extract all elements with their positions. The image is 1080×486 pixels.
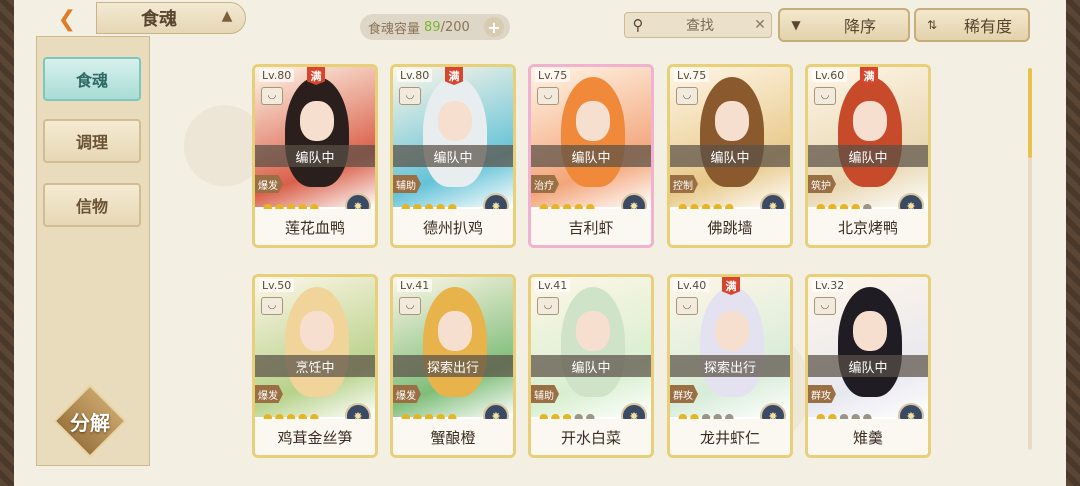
card-role: 辅助 xyxy=(393,175,421,193)
bowl-icon: ◡ xyxy=(676,87,698,105)
character-face xyxy=(853,101,887,141)
sort-down-icon: ▼ xyxy=(791,18,801,32)
card-status: 编队中 xyxy=(808,355,928,377)
card-name: 吉利虾 xyxy=(531,209,651,245)
card-name: 开水白菜 xyxy=(531,419,651,455)
card-level: Lv.32 xyxy=(812,279,848,292)
search-box[interactable]: ⚲ 查找 ✕ xyxy=(624,12,772,38)
bowl-icon: ◡ xyxy=(261,87,283,105)
bowl-icon: ◡ xyxy=(676,297,698,315)
card-role: 辅助 xyxy=(531,385,559,403)
card-level: Lv.75 xyxy=(535,69,571,82)
card-name: 莲花血鸭 xyxy=(255,209,375,245)
card-status: 编队中 xyxy=(255,145,375,167)
search-input[interactable]: 查找 xyxy=(651,15,749,35)
card-level: Lv.41 xyxy=(397,279,433,292)
left-frame-border xyxy=(0,0,14,486)
decompose-button[interactable]: 分解 xyxy=(53,384,127,458)
capacity-total: /200 xyxy=(440,19,470,35)
card-status: 探索出行 xyxy=(670,355,790,377)
max-level-badge: 满 xyxy=(307,67,325,85)
card-name: 鸡茸金丝笋 xyxy=(255,419,375,455)
sort-swap-icon: ⇅ xyxy=(926,18,938,32)
food-soul-card[interactable]: Lv.75 ◡ 编队中 治疗 ● ● ● ● ● ✸ 吉利虾 xyxy=(528,64,654,248)
bowl-icon: ◡ xyxy=(399,87,421,105)
tab-tokens[interactable]: 信物 xyxy=(43,183,141,227)
chef-hat-icon: ▲ xyxy=(221,8,233,24)
character-face xyxy=(715,311,749,351)
card-status: 烹饪中 xyxy=(255,355,375,377)
max-level-badge: 满 xyxy=(445,67,463,85)
card-level: Lv.80 xyxy=(259,69,295,82)
search-icon: ⚲ xyxy=(632,16,644,34)
bowl-icon: ◡ xyxy=(814,297,836,315)
back-arrow-icon: ❮ xyxy=(57,6,77,32)
card-name: 德州扒鸡 xyxy=(393,209,513,245)
scrollbar-thumb[interactable] xyxy=(1028,68,1032,158)
character-face xyxy=(715,101,749,141)
character-face xyxy=(576,311,610,351)
card-level: Lv.75 xyxy=(674,69,710,82)
bowl-icon: ◡ xyxy=(814,87,836,105)
bowl-icon: ◡ xyxy=(261,297,283,315)
card-name: 龙井虾仁 xyxy=(670,419,790,455)
card-name: 雉羹 xyxy=(808,419,928,455)
food-soul-card[interactable]: Lv.80 满 ◡ 编队中 爆发 ● ● ● ● ● ✸ 莲花血鸭 xyxy=(252,64,378,248)
bowl-icon: ◡ xyxy=(399,297,421,315)
right-frame-border xyxy=(1066,0,1080,486)
card-role: 爆发 xyxy=(393,385,421,403)
card-status: 编队中 xyxy=(531,145,651,167)
card-status: 编队中 xyxy=(393,145,513,167)
food-soul-card[interactable]: Lv.50 ◡ 烹饪中 爆发 ● ● ● ● ● ✸ 鸡茸金丝笋 xyxy=(252,274,378,458)
card-name: 佛跳墙 xyxy=(670,209,790,245)
character-face xyxy=(300,311,334,351)
character-face xyxy=(300,101,334,141)
card-role: 群攻 xyxy=(670,385,698,403)
food-soul-card[interactable]: Lv.32 ◡ 编队中 群攻 ● ● ● ● ● ✸ 雉羹 xyxy=(805,274,931,458)
card-status: 编队中 xyxy=(531,355,651,377)
capacity-current: 89 xyxy=(424,19,441,35)
card-level: Lv.80 xyxy=(397,69,433,82)
max-level-badge: 满 xyxy=(722,277,740,295)
food-soul-card[interactable]: Lv.41 ◡ 探索出行 爆发 ● ● ● ● ● ✸ 蟹酿橙 xyxy=(390,274,516,458)
food-soul-card[interactable]: Lv.60 满 ◡ 编队中 筑护 ● ● ● ● ● ✸ 北京烤鸭 xyxy=(805,64,931,248)
card-role: 爆发 xyxy=(255,175,283,193)
bowl-icon: ◡ xyxy=(537,297,559,315)
capacity-label: 食魂容量 xyxy=(368,21,421,37)
card-role: 筑护 xyxy=(808,175,836,193)
food-soul-card[interactable]: Lv.75 ◡ 编队中 控制 ● ● ● ● ● ✸ 佛跳墙 xyxy=(667,64,793,248)
card-role: 群攻 xyxy=(808,385,836,403)
card-name: 蟹酿橙 xyxy=(393,419,513,455)
card-level: Lv.41 xyxy=(535,279,571,292)
card-status: 探索出行 xyxy=(393,355,513,377)
card-status: 编队中 xyxy=(808,145,928,167)
clear-icon[interactable]: ✕ xyxy=(749,17,771,33)
food-soul-card[interactable]: Lv.40 满 ◡ 探索出行 群攻 ● ● ● ● ● ✸ 龙井虾仁 xyxy=(667,274,793,458)
capacity-indicator: 食魂容量 89 /200 + xyxy=(360,14,510,40)
tab-food-soul[interactable]: 食魂 xyxy=(43,57,141,101)
card-level: Lv.60 xyxy=(812,69,848,82)
character-face xyxy=(438,311,472,351)
tab-conditioning[interactable]: 调理 xyxy=(43,119,141,163)
scrollbar[interactable] xyxy=(1028,68,1032,450)
back-button[interactable]: ❮ xyxy=(40,6,94,32)
max-level-badge: 满 xyxy=(860,67,878,85)
character-face xyxy=(438,101,472,141)
sort-order-button[interactable]: ▼ 降序 xyxy=(778,8,910,42)
food-soul-card[interactable]: Lv.41 ◡ 编队中 辅助 ● ● ● ● ● ✸ 开水白菜 xyxy=(528,274,654,458)
card-role: 治疗 xyxy=(531,175,559,193)
card-level: Lv.40 xyxy=(674,279,710,292)
card-role: 控制 xyxy=(670,175,698,193)
card-role: 爆发 xyxy=(255,385,283,403)
food-soul-card[interactable]: Lv.80 满 ◡ 编队中 辅助 ● ● ● ● ● ✸ 德州扒鸡 xyxy=(390,64,516,248)
character-face xyxy=(576,101,610,141)
bowl-icon: ◡ xyxy=(537,87,559,105)
add-capacity-button[interactable]: + xyxy=(484,17,504,37)
character-face xyxy=(853,311,887,351)
card-level: Lv.50 xyxy=(259,279,295,292)
card-name: 北京烤鸭 xyxy=(808,209,928,245)
card-status: 编队中 xyxy=(670,145,790,167)
sort-key-button[interactable]: ⇅ 稀有度 xyxy=(914,8,1030,42)
